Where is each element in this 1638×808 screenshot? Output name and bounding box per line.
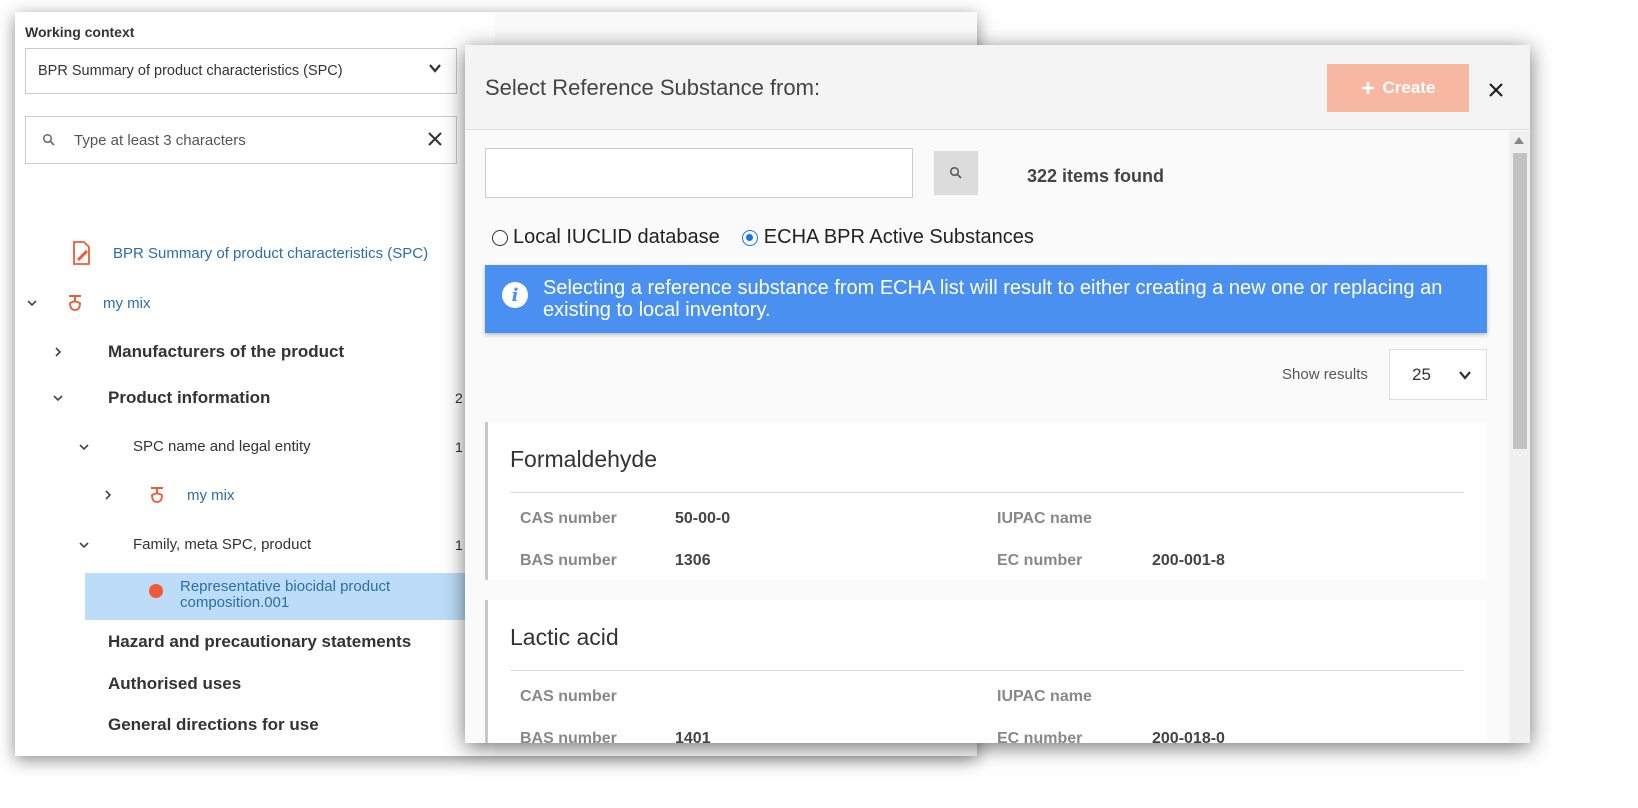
divider [510,670,1464,671]
dialog-header: Select Reference Substance from: Create [465,45,1530,130]
chevron-down-icon[interactable] [51,391,65,405]
tree-item-label: Authorised uses [108,674,242,693]
tree-item-spc-mix[interactable]: my mix [101,486,235,504]
status-dot-icon [149,584,163,598]
tree-item-hazard[interactable]: Hazard and precautionary statements [108,632,411,652]
tree-item-authorised-uses[interactable]: Authorised uses [108,674,241,694]
show-results-select[interactable]: 25 [1389,349,1487,400]
info-message: Selecting a reference substance from ECH… [543,277,1443,321]
show-results-value: 25 [1412,364,1431,384]
tree-item-spc-name[interactable]: SPC name and legal entity 1 [77,438,497,455]
dialog-scrollbar[interactable] [1509,131,1530,743]
ec-value: 200-018-0 [1152,730,1225,743]
tree-item-label: Hazard and precautionary statements [108,632,412,651]
create-button-label: Create [1382,78,1436,97]
divider [510,492,1464,493]
search-icon [949,166,963,180]
bas-value: 1401 [675,730,711,743]
chevron-right-icon[interactable] [51,345,65,359]
scroll-up-icon[interactable] [1514,137,1524,144]
cas-value: 50-00-0 [675,510,731,527]
dialog-title: Select Reference Substance from: [485,75,821,100]
bas-label: BAS number [520,552,617,569]
tree-item-representative[interactable]: Representative biocidal product composit… [85,573,465,620]
document-edit-icon [71,240,93,266]
radio-local-label: Local IUCLID database [513,226,720,248]
tree-item-general-directions[interactable]: General directions for use [108,715,319,735]
tree-item-label: General directions for use [108,715,319,734]
plus-icon [1361,81,1375,95]
item-count: 1 [455,536,463,553]
tree-item-label: Representative biocidal product composit… [180,578,391,611]
tree-item-label: my mix [187,486,235,504]
info-icon: i [502,282,528,308]
tree-item-my-mix[interactable]: my mix [25,294,151,312]
result-card[interactable]: Lactic acid CAS number IUPAC name BAS nu… [485,600,1487,743]
chevron-down-icon[interactable] [25,296,39,310]
radio-local-database[interactable] [492,229,508,246]
info-banner: i Selecting a reference substance from E… [485,265,1487,333]
chevron-down-icon [1458,368,1472,382]
iupac-label: IUPAC name [997,688,1092,705]
iupac-label: IUPAC name [997,510,1092,527]
create-button[interactable]: Create [1327,64,1469,112]
result-card[interactable]: Formaldehyde CAS number 50-00-0 IUPAC na… [485,422,1487,580]
chevron-down-icon[interactable] [77,538,91,552]
tree-item-label: Family, meta SPC, product [133,536,312,553]
tree-item-label: my mix [103,294,151,312]
scrollbar-thumb[interactable] [1513,153,1527,449]
chevron-right-icon[interactable] [101,488,115,502]
ec-label: EC number [997,552,1083,569]
tree-item-family[interactable]: Family, meta SPC, product 1 [77,536,497,553]
dialog-body: 322 items found Local IUCLID database EC… [465,130,1505,743]
substance-search-input[interactable] [485,148,913,198]
tree-item-manufacturers[interactable]: Manufacturers of the product [51,342,344,362]
mixture-icon [67,294,83,312]
bas-label: BAS number [520,730,617,743]
select-reference-substance-dialog: Select Reference Substance from: Create … [465,45,1530,743]
tree-item-product-information[interactable]: Product information 2 [51,388,501,408]
mixture-icon [149,486,165,504]
show-results-label: Show results [1282,366,1368,383]
substance-name: Lactic acid [510,624,619,650]
close-icon[interactable] [1485,79,1507,101]
results-count: 322 items found [1027,166,1165,186]
cas-label: CAS number [520,688,617,705]
tree-item-label: BPR Summary of product characteristics (… [113,244,429,262]
substance-name: Formaldehyde [510,446,658,472]
chevron-down-icon[interactable] [77,440,91,454]
search-button[interactable] [934,151,978,195]
cas-label: CAS number [520,510,617,527]
item-count: 2 [455,390,463,406]
ec-value: 200-001-8 [1152,552,1225,569]
item-count: 1 [455,438,463,455]
bas-value: 1306 [675,552,711,569]
source-radio-group: Local IUCLID database ECHA BPR Active Su… [492,226,1034,249]
radio-echa-active-substances[interactable] [741,229,758,246]
tree-item-label: Manufacturers of the product [108,342,345,361]
tree-item-label: Product information [108,388,271,407]
tree-item-root-document[interactable]: BPR Summary of product characteristics (… [71,240,428,266]
radio-echa-label: ECHA BPR Active Substances [763,226,1034,248]
ec-label: EC number [997,730,1083,743]
document-tree: BPR Summary of product characteristics (… [15,12,475,756]
tree-item-label: SPC name and legal entity [133,438,311,455]
